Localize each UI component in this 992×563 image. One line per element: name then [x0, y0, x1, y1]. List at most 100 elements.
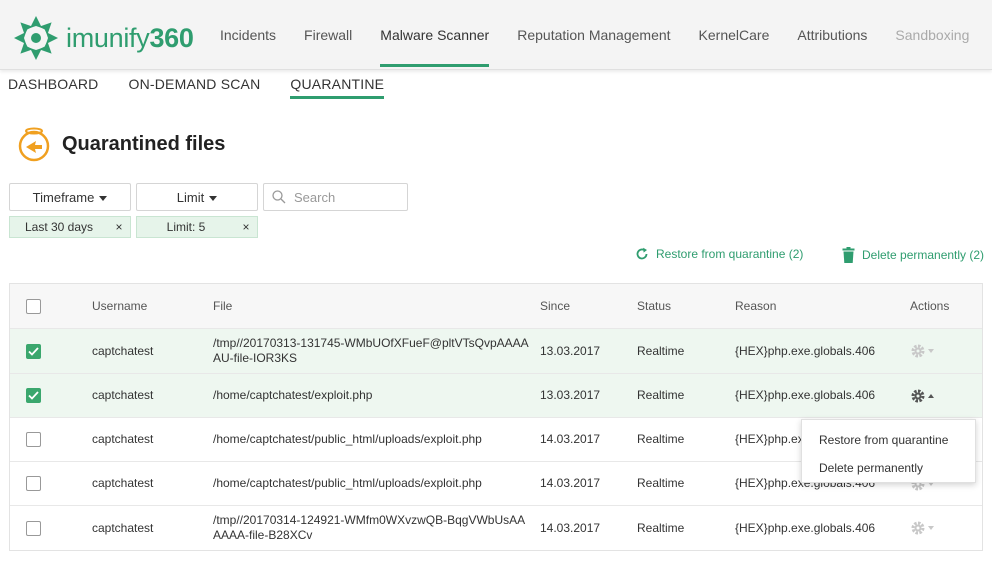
file-cell: /tmp//20170314-124921-WMfm0WXvzwQB-BqgVW…: [213, 513, 526, 542]
since-cell: 13.03.2017: [540, 343, 601, 358]
status-cell: Realtime: [637, 343, 685, 358]
table-row[interactable]: captchatest /home/captchatest/exploit.ph…: [10, 373, 982, 417]
column-header-since[interactable]: Since: [540, 284, 570, 328]
restore-from-quarantine-button[interactable]: Restore from quarantine (2): [635, 247, 803, 261]
reason-cell: {HEX}php.exe.globals.406: [735, 343, 876, 358]
remove-chip-icon[interactable]: ×: [108, 220, 130, 234]
nav-tab-reputation-management[interactable]: Reputation Management: [503, 0, 684, 70]
table-row[interactable]: captchatest /tmp//20170313-131745-WMbUOf…: [10, 328, 982, 373]
column-header-file[interactable]: File: [213, 284, 533, 328]
select-all-cell: [26, 284, 41, 328]
subtab-dashboard[interactable]: DASHBOARD: [8, 76, 98, 99]
timeframe-dropdown[interactable]: Timeframe: [9, 183, 131, 211]
main-nav-tabs: Incidents Firewall Malware Scanner Reput…: [206, 0, 983, 70]
row-checkbox[interactable]: [26, 476, 41, 491]
row-checkbox[interactable]: [26, 520, 41, 536]
nav-tab-attributions[interactable]: Attributions: [783, 0, 881, 70]
row-checkbox-cell: [26, 374, 41, 417]
row-checkbox[interactable]: [26, 432, 41, 447]
restore-label: Restore from quarantine (2): [656, 247, 804, 261]
since-cell: 14.03.2017: [540, 476, 601, 490]
column-header-reason[interactable]: Reason: [735, 284, 776, 328]
row-actions-menu-button[interactable]: [910, 520, 934, 536]
chevron-down-icon: [928, 526, 934, 530]
username-cell: captchatest: [92, 432, 154, 446]
chevron-up-icon: [928, 393, 934, 398]
status-cell: Realtime: [637, 476, 685, 490]
username-cell: captchatest: [92, 343, 154, 358]
file-cell: /tmp//20170313-131745-WMbUOfXFueF@pltVTs…: [213, 336, 529, 365]
reason-cell: {HEX}php.exe.globals.406: [735, 388, 876, 402]
chip-label: Limit: 5: [166, 220, 206, 234]
row-actions-menu-button[interactable]: [910, 343, 934, 359]
delete-permanently-button[interactable]: Delete permanently (2): [842, 247, 984, 263]
imunify360-logo[interactable]: imunify360: [12, 14, 194, 62]
page-title: Quarantined files: [62, 132, 226, 155]
since-cell: 14.03.2017: [540, 520, 601, 535]
row-checkbox[interactable]: [26, 343, 41, 359]
row-actions-menu-button[interactable]: [910, 388, 934, 404]
delete-label: Delete permanently (2): [862, 248, 985, 262]
filter-chip-timeframe: Last 30 days ×: [9, 216, 131, 238]
nav-tab-malware-scanner[interactable]: Malware Scanner: [366, 0, 503, 70]
nav-tab-kernelcare[interactable]: KernelCare: [685, 0, 784, 70]
brand-name: imunify360: [66, 22, 194, 53]
username-cell: captchatest: [92, 520, 154, 535]
nav-tab-incidents[interactable]: Incidents: [206, 0, 290, 70]
quarantined-files-table: Username File Since Status Reason Action…: [9, 283, 983, 551]
column-header-actions: Actions: [910, 298, 950, 313]
limit-dropdown[interactable]: Limit: [136, 183, 258, 211]
subtab-on-demand-scan[interactable]: ON-DEMAND SCAN: [128, 76, 260, 99]
table-header-row: Username File Since Status Reason Action…: [10, 284, 982, 328]
trash-icon: [842, 247, 855, 263]
row-checkbox[interactable]: [26, 388, 41, 403]
row-actions-cell: [910, 329, 934, 373]
remove-chip-icon[interactable]: ×: [235, 220, 257, 234]
menu-item-restore-from-quarantine[interactable]: Restore from quarantine: [802, 426, 975, 454]
top-navigation-bar: imunify360 Incidents Firewall Malware Sc…: [0, 0, 992, 70]
checkmark-icon: [28, 346, 39, 356]
checkmark-icon: [28, 391, 39, 400]
caret-down-icon: [209, 195, 218, 201]
nav-tab-sandboxing[interactable]: Sandboxing: [881, 0, 983, 70]
row-actions-cell: [910, 506, 934, 550]
chip-label: Last 30 days: [24, 220, 94, 234]
sub-navigation: DASHBOARD ON-DEMAND SCAN QUARANTINE: [8, 76, 414, 99]
row-checkbox-cell: [26, 462, 41, 505]
gear-icon: [911, 521, 925, 535]
timeframe-label: Timeframe: [32, 189, 95, 205]
search-input[interactable]: [294, 189, 394, 205]
gear-icon: [911, 389, 925, 402]
caret-down-icon: [99, 195, 108, 201]
status-cell: Realtime: [637, 388, 685, 402]
chevron-down-icon: [928, 349, 934, 353]
subtab-quarantine[interactable]: QUARANTINE: [290, 76, 384, 99]
column-header-username[interactable]: Username: [92, 284, 147, 328]
row-checkbox-cell: [26, 329, 41, 373]
row-actions-dropdown: Restore from quarantine Delete permanent…: [801, 419, 976, 483]
limit-label: Limit: [176, 189, 205, 205]
menu-item-delete-permanently[interactable]: Delete permanently: [802, 454, 975, 482]
row-checkbox-cell: [26, 506, 41, 550]
username-cell: captchatest: [92, 388, 154, 402]
search-icon: [272, 190, 286, 204]
since-cell: 14.03.2017: [540, 432, 601, 446]
gear-icon: [911, 344, 925, 358]
status-cell: Realtime: [637, 432, 685, 446]
restore-refresh-icon: [636, 247, 648, 260]
since-cell: 13.03.2017: [540, 388, 601, 402]
file-cell: /home/captchatest/public_html/uploads/ex…: [213, 476, 482, 490]
select-all-checkbox[interactable]: [26, 298, 41, 314]
page-header: Quarantined files: [16, 126, 225, 162]
nav-tab-firewall[interactable]: Firewall: [290, 0, 366, 70]
quarantine-fishbowl-icon: [18, 127, 50, 162]
file-cell: /home/captchatest/exploit.php: [213, 388, 373, 402]
row-actions-cell: [910, 374, 934, 417]
column-header-status[interactable]: Status: [637, 284, 671, 328]
reason-cell: {HEX}php.exe.globals.406: [735, 520, 876, 535]
filter-chip-limit: Limit: 5 ×: [136, 216, 258, 238]
file-cell: /home/captchatest/public_html/uploads/ex…: [213, 432, 482, 446]
search-field[interactable]: [263, 183, 408, 211]
table-row[interactable]: captchatest /tmp//20170314-124921-WMfm0W…: [10, 505, 982, 550]
username-cell: captchatest: [92, 476, 154, 490]
